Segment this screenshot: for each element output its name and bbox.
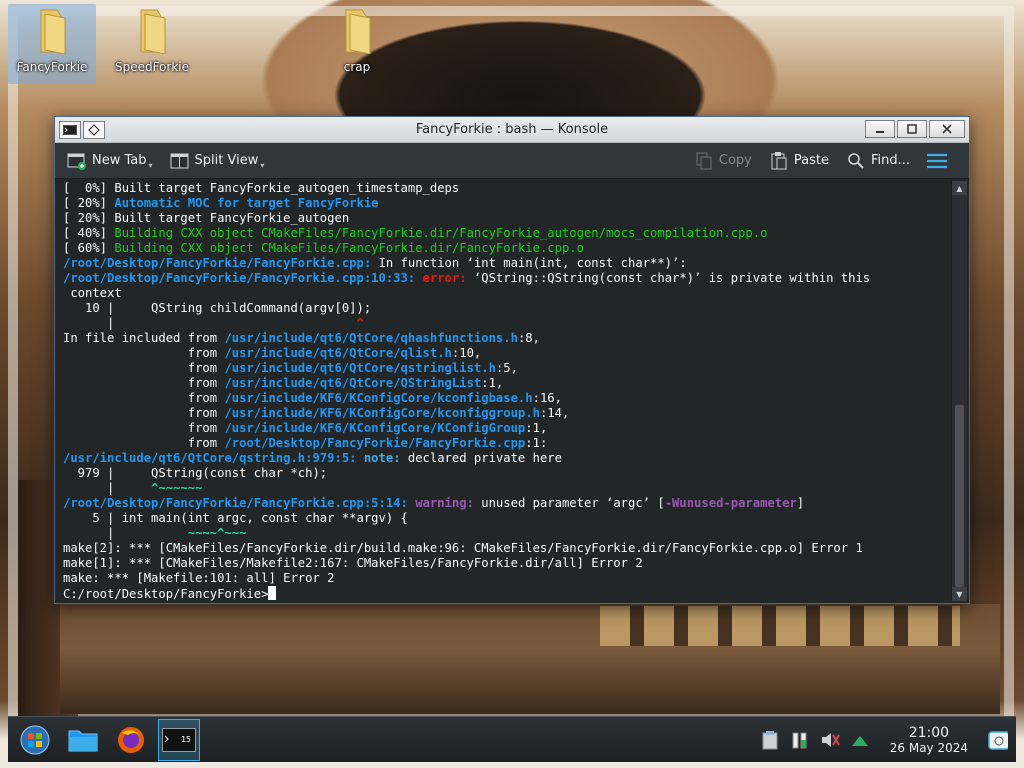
konsole-window: FancyForkie : bash — Konsole New Tab ▾ S… — [54, 116, 970, 604]
clock-date: 26 May 2024 — [889, 741, 968, 755]
split-view-button[interactable]: Split View ▾ — [166, 147, 268, 175]
split-view-icon — [169, 150, 191, 172]
terminal-line: make[2]: *** [CMakeFiles/FancyForkie.dir… — [63, 541, 863, 555]
paste-icon — [768, 150, 790, 172]
terminal-line: | ~~~~^~~~ — [63, 526, 247, 540]
wallpaper-detail — [600, 606, 960, 646]
terminal-line: [ 0%] Built target FancyForkie_autogen_t… — [63, 181, 460, 195]
terminal-line: | ^~~~~~~ — [63, 481, 203, 495]
window-titlebar[interactable]: FancyForkie : bash — Konsole — [55, 117, 969, 143]
taskbar-konsole[interactable]: 15 — [158, 718, 200, 761]
terminal-line: from /usr/include/qt6/QtCore/QStringList… — [63, 376, 504, 390]
terminal-line: [ 20%] Automatic MOC for target FancyFor… — [63, 196, 379, 210]
desktop-icon-fancyforkie[interactable]: FancyForkie — [8, 4, 96, 84]
copy-icon — [693, 150, 715, 172]
minimize-icon — [876, 131, 884, 133]
show-desktop-icon[interactable] — [988, 729, 1008, 751]
find-label: Find... — [870, 153, 910, 168]
new-tab-button[interactable]: New Tab ▾ — [63, 147, 156, 175]
terminal-line: /root/Desktop/FancyForkie/FancyForkie.cp… — [63, 271, 871, 285]
terminal-line: 979 | QString(const char *ch); — [63, 466, 328, 480]
konsole-thumb-label: 15 — [181, 735, 191, 744]
taskbar-firefox[interactable] — [110, 719, 152, 761]
desktop-icon-label: FancyForkie — [16, 60, 88, 74]
terminal-line: [ 20%] Built target FancyForkie_autogen — [63, 211, 350, 225]
window-title: FancyForkie : bash — Konsole — [415, 122, 609, 137]
scroll-down-icon[interactable]: ▼ — [952, 587, 967, 601]
folder-icon — [340, 8, 374, 55]
terminal-line: [ 60%] Building CXX object CMakeFiles/Fa… — [63, 241, 584, 255]
desktop-icon-crap[interactable]: crap — [313, 4, 401, 84]
paste-button[interactable]: Paste — [765, 147, 832, 175]
firefox-icon — [118, 726, 144, 753]
hamburger-icon — [926, 150, 948, 172]
volume-muted-icon[interactable] — [820, 729, 840, 751]
terminal-line: from /root/Desktop/FancyForkie/FancyFork… — [63, 436, 548, 450]
terminal-line: make: *** [Makefile:101: all] Error 2 — [63, 571, 335, 585]
window-menu-button[interactable] — [59, 120, 81, 139]
chevron-down-icon[interactable]: ▾ — [260, 161, 264, 170]
folder-icon — [68, 730, 98, 751]
terminal-line: from /usr/include/KF6/KConfigCore/kconfi… — [63, 391, 562, 405]
split-view-label: Split View — [194, 153, 259, 168]
terminal-prompt-line: C:/root/Desktop/FancyForkie> — [63, 586, 951, 601]
taskbar-file-manager[interactable] — [62, 719, 104, 761]
scrollbar-thumb[interactable] — [955, 405, 964, 587]
start-menu-button[interactable] — [14, 719, 56, 761]
terminal-icon — [63, 124, 77, 135]
close-icon — [942, 124, 952, 134]
clock[interactable]: 21:00 26 May 2024 — [890, 725, 968, 755]
terminal-line: /usr/include/qt6/QtCore/qstring.h:979:5:… — [63, 451, 562, 465]
terminal-line: make[1]: *** [CMakeFiles/Makefile2:167: … — [63, 556, 643, 570]
maximize-icon — [907, 124, 917, 134]
clock-time: 21:00 — [908, 725, 950, 741]
terminal-line: from /usr/include/qt6/QtCore/qstringlist… — [63, 361, 518, 375]
terminal-output[interactable]: [ 0%] Built target FancyForkie_autogen_t… — [57, 181, 951, 601]
copy-label: Copy — [718, 153, 752, 168]
clipboard-icon[interactable] — [760, 729, 780, 751]
scroll-up-icon[interactable]: ▲ — [952, 181, 967, 195]
terminal-line: 10 | QString childCommand(argv[0]); — [63, 301, 372, 315]
terminal-line: context — [63, 286, 122, 300]
search-icon — [845, 150, 867, 172]
folder-icon — [135, 8, 169, 55]
text-cursor — [268, 586, 277, 600]
new-tab-label: New Tab — [92, 153, 147, 168]
terminal-line: /root/Desktop/FancyForkie/FancyForkie.cp… — [63, 256, 687, 270]
desktop-icon-label: crap — [343, 60, 371, 74]
new-tab-icon — [66, 150, 88, 172]
minimize-button[interactable] — [865, 120, 895, 138]
close-button[interactable] — [929, 120, 965, 138]
find-button[interactable]: Find... — [842, 147, 913, 175]
terminal-line: /root/Desktop/FancyForkie/FancyForkie.cp… — [63, 496, 805, 510]
maximize-button[interactable] — [897, 120, 927, 138]
paste-label: Paste — [793, 153, 829, 168]
desktop-icon-label: SpeedForkie — [114, 60, 190, 74]
hamburger-menu-button[interactable] — [923, 147, 951, 175]
network-icon[interactable] — [850, 729, 870, 751]
terminal-line: In file included from /usr/include/qt6/Q… — [63, 331, 540, 345]
system-tray: 21:00 26 May 2024 — [760, 717, 1008, 763]
desktop-icon-speedforkie[interactable]: SpeedForkie — [108, 4, 196, 84]
terminal-line: from /usr/include/qt6/QtCore/qlist.h:10, — [63, 346, 482, 360]
battery-icon[interactable] — [790, 729, 810, 751]
diamond-icon — [88, 123, 100, 136]
chevron-down-icon[interactable]: ▾ — [149, 161, 153, 170]
terminal-line: from /usr/include/KF6/KConfigCore/KConfi… — [63, 421, 548, 435]
copy-button[interactable]: Copy — [690, 147, 755, 175]
windows-logo-icon — [20, 725, 50, 754]
terminal-line: | ^ — [63, 316, 364, 330]
terminal-line: [ 40%] Building CXX object CMakeFiles/Fa… — [63, 226, 768, 240]
taskbar: 15 21:00 26 May 2024 — [8, 716, 1016, 762]
folder-icon — [35, 8, 69, 55]
keep-above-button[interactable] — [83, 120, 105, 139]
konsole-toolbar: New Tab ▾ Split View ▾ Copy Paste Find..… — [55, 143, 969, 179]
terminal-scrollbar[interactable]: ▲ ▼ — [951, 181, 967, 601]
terminal-line: 5 | int main(int argc, const char **argv… — [63, 511, 408, 525]
terminal-line: from /usr/include/KF6/KConfigCore/kconfi… — [63, 406, 570, 420]
